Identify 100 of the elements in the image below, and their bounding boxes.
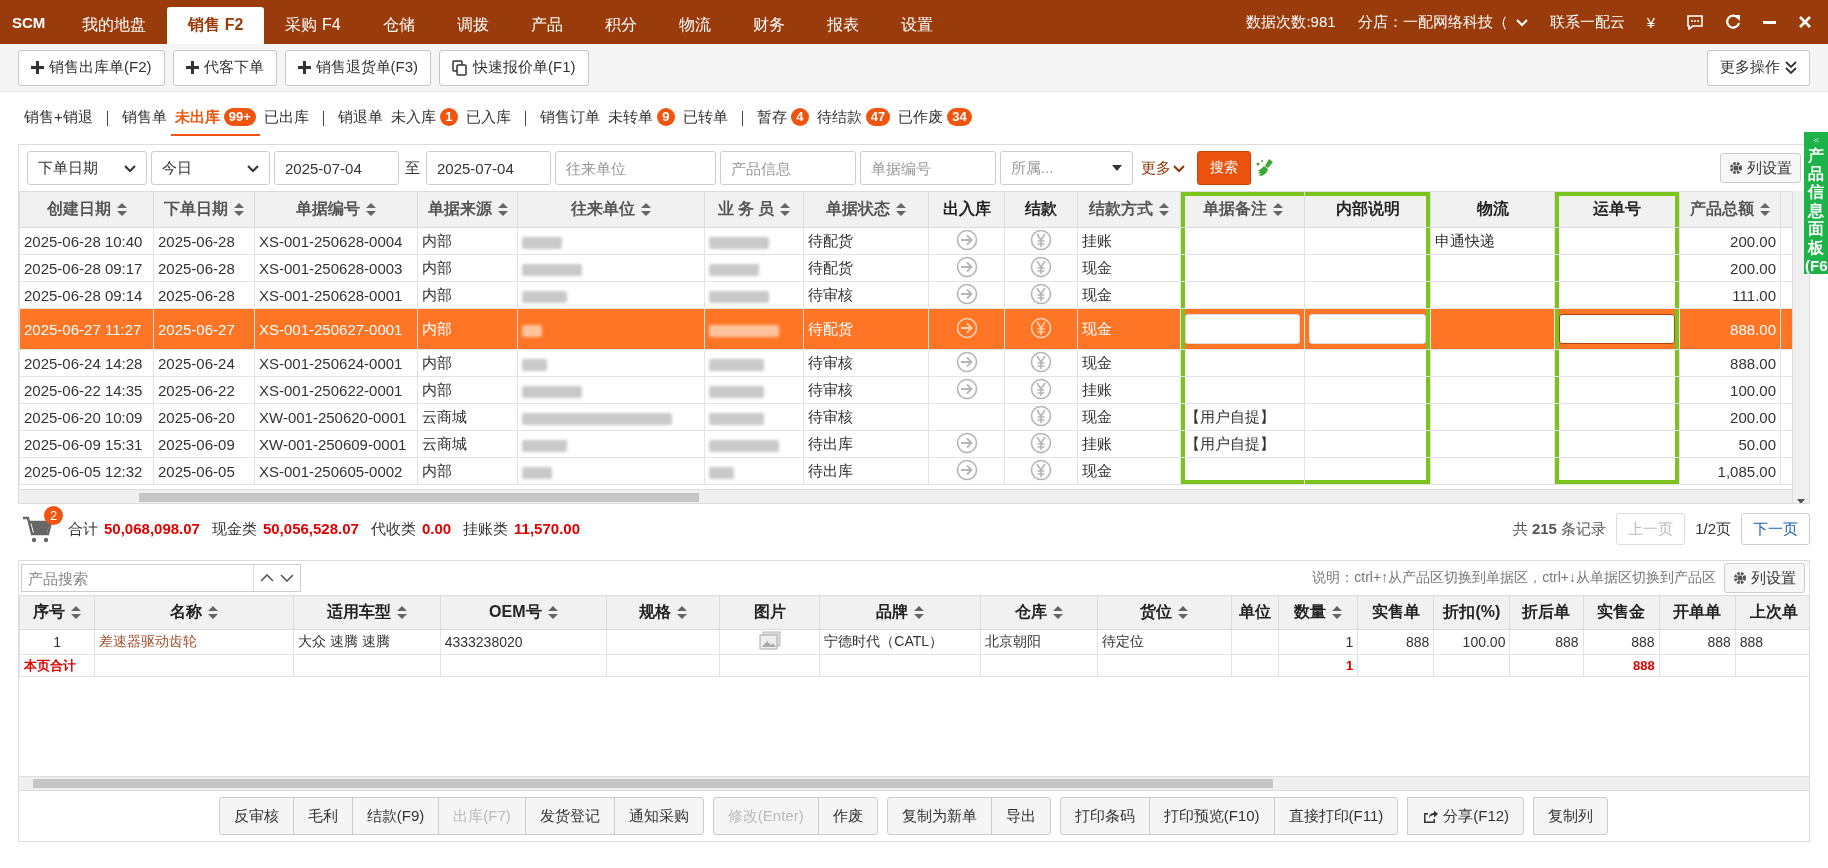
action-button[interactable]: 复制为新单 bbox=[886, 797, 992, 835]
next-page-button[interactable]: 下一页 bbox=[1741, 513, 1810, 545]
status-tab[interactable]: 已入库 bbox=[461, 100, 515, 136]
column-settings-button[interactable]: 列设置 bbox=[1720, 153, 1801, 183]
yen-circle-icon[interactable] bbox=[1030, 404, 1052, 427]
status-tab[interactable]: 暂存 4 bbox=[752, 100, 813, 136]
column-header[interactable]: 单位 bbox=[1231, 595, 1279, 630]
column-header[interactable]: 出入库 bbox=[928, 191, 1005, 228]
column-header[interactable]: 产品总额 bbox=[1679, 191, 1781, 228]
action-button[interactable]: 通知采购 bbox=[613, 797, 704, 835]
arrow-circle-icon[interactable] bbox=[955, 316, 978, 339]
period-select[interactable]: 今日 bbox=[151, 151, 270, 185]
partner-field[interactable]: 往来单位 bbox=[555, 151, 716, 185]
column-header[interactable]: 实售单 bbox=[1357, 595, 1434, 630]
action-button[interactable]: 作废 bbox=[817, 797, 878, 835]
status-tab[interactable]: 销售+销退 bbox=[20, 100, 97, 136]
status-tab[interactable]: 已出库 bbox=[259, 100, 313, 136]
refresh-icon[interactable] bbox=[1725, 14, 1741, 30]
action-button[interactable]: 直接打印(F11) bbox=[1273, 797, 1399, 835]
column-header[interactable]: 业 务 员 bbox=[704, 191, 804, 228]
order-row[interactable]: 2025-06-22 14:35 2025-06-22 XS-001-250622-0001 内部 待审核 挂账 100.00 bbox=[19, 376, 1792, 404]
action-button[interactable]: 结款(F9) bbox=[351, 797, 440, 835]
menu-tab[interactable]: 物流 bbox=[657, 7, 732, 44]
arrow-circle-icon[interactable] bbox=[955, 228, 978, 251]
column-header[interactable]: 单据编号 bbox=[254, 191, 418, 228]
action-button[interactable]: 毛利 bbox=[292, 797, 353, 835]
date-field[interactable]: 2025-07-04 bbox=[426, 151, 551, 185]
column-header[interactable]: 图片 bbox=[719, 595, 820, 630]
more-filters-link[interactable]: 更多 bbox=[1137, 158, 1189, 178]
order-row[interactable]: 2025-06-28 09:17 2025-06-28 XS-001-250628-0003 内部 待配货 现金 200.00 bbox=[19, 254, 1792, 282]
yen-circle-icon[interactable] bbox=[1030, 228, 1052, 251]
arrow-circle-icon[interactable] bbox=[955, 255, 978, 278]
column-header[interactable]: 规格 bbox=[606, 595, 720, 630]
menu-tab[interactable]: 我的地盘 bbox=[61, 7, 168, 44]
action-button[interactable]: 打印预览(F10) bbox=[1148, 797, 1275, 835]
column-header[interactable]: 结款 bbox=[1004, 191, 1078, 228]
column-header[interactable]: 序号 bbox=[19, 595, 95, 630]
action-button[interactable]: 发货登记 bbox=[524, 797, 615, 835]
status-tab[interactable]: 未转单 9 bbox=[603, 100, 679, 136]
menu-tab[interactable]: 仓储 bbox=[361, 7, 436, 44]
search-button[interactable]: 搜索 bbox=[1197, 151, 1251, 185]
status-tab[interactable]: 已作废 34 bbox=[894, 100, 976, 136]
menu-tab[interactable]: 产品 bbox=[509, 7, 584, 44]
yen-circle-icon[interactable] bbox=[1030, 458, 1052, 481]
order-row[interactable]: 2025-06-28 09:14 2025-06-28 XS-001-250628-0001 内部 待审核 现金 111.00 bbox=[19, 281, 1792, 309]
arrow-circle-icon[interactable] bbox=[955, 350, 978, 373]
menu-tab[interactable]: 销售 F2 bbox=[167, 7, 265, 44]
product-field[interactable]: 产品信息 bbox=[720, 151, 856, 185]
contact-link[interactable]: 联系一配云 bbox=[1549, 12, 1625, 32]
action-button[interactable]: 打印条码 bbox=[1059, 797, 1150, 835]
column-header[interactable]: 品牌 bbox=[819, 595, 981, 630]
order-row[interactable]: 2025-06-24 14:28 2025-06-24 XS-001-250624-0001 内部 待审核 现金 888.00 bbox=[19, 349, 1792, 377]
product-search-field[interactable]: 产品搜索 bbox=[21, 564, 301, 592]
yen-circle-icon[interactable] bbox=[1030, 316, 1052, 339]
menu-tab[interactable]: 调拨 bbox=[435, 7, 510, 44]
arrow-circle-icon[interactable] bbox=[955, 458, 978, 481]
column-header[interactable]: 单据状态 bbox=[803, 191, 929, 228]
order-row[interactable]: 2025-06-20 10:09 2025-06-20 XW-001-250620-0001 云商城 待审核 现金 【用户自提】 200.00 bbox=[19, 403, 1792, 431]
action-button[interactable]: 导出 bbox=[990, 797, 1051, 835]
menu-tab[interactable]: 采购 F4 bbox=[264, 7, 362, 44]
column-header[interactable]: 实售金 bbox=[1583, 595, 1660, 630]
date-field[interactable]: 2025-07-04 bbox=[274, 151, 399, 185]
yen-circle-icon[interactable] bbox=[1030, 255, 1052, 278]
column-header[interactable]: 下单日期 bbox=[153, 191, 255, 228]
arrow-circle-icon[interactable] bbox=[955, 431, 978, 454]
status-tab[interactable]: 销退单 bbox=[333, 100, 387, 136]
column-header[interactable]: OEM号 bbox=[440, 595, 607, 630]
column-header[interactable]: 单据来源 bbox=[417, 191, 518, 228]
column-header[interactable]: 折扣(%) bbox=[1433, 595, 1510, 630]
order-row[interactable]: 2025-06-05 12:32 2025-06-05 XS-001-250605-0002 内部 待出库 现金 1,085.00 bbox=[19, 457, 1792, 485]
cell-input-field[interactable] bbox=[1559, 314, 1675, 344]
column-header[interactable]: 数量 bbox=[1278, 595, 1358, 630]
menu-tab[interactable]: 积分 bbox=[583, 7, 658, 44]
column-header[interactable]: 仓库 bbox=[980, 595, 1098, 630]
order-row[interactable]: 2025-06-28 10:40 2025-06-28 XS-001-250628-0004 内部 待配货 挂账 申通快递 200.00 bbox=[19, 227, 1792, 255]
column-header[interactable]: 物流 bbox=[1430, 191, 1555, 228]
caret-down-icon[interactable] bbox=[280, 574, 294, 582]
yen-circle-icon[interactable] bbox=[1030, 282, 1052, 305]
arrow-circle-icon[interactable] bbox=[955, 377, 978, 400]
status-tab[interactable]: 销售单 bbox=[117, 100, 171, 136]
action-button[interactable]: 复制列 bbox=[1533, 797, 1609, 835]
chat-icon[interactable] bbox=[1687, 14, 1703, 30]
column-header[interactable]: 运单号 bbox=[1554, 191, 1680, 228]
arrow-circle-icon[interactable] bbox=[955, 282, 978, 305]
column-header[interactable]: 往来单位 bbox=[517, 191, 705, 228]
menu-tab[interactable]: 报表 bbox=[805, 7, 880, 44]
column-header[interactable]: 单据备注 bbox=[1180, 191, 1305, 228]
column-header[interactable]: 折后单 bbox=[1509, 595, 1584, 630]
column-header[interactable]: 适用车型 bbox=[293, 595, 441, 630]
toolbar-button[interactable]: 销售退货单(F3) bbox=[284, 49, 431, 86]
column-header[interactable]: 名称 bbox=[94, 595, 294, 630]
order-number-field[interactable]: 单据编号 bbox=[860, 151, 996, 185]
column-settings-button[interactable]: 列设置 bbox=[1724, 563, 1805, 593]
close-icon[interactable] bbox=[1798, 15, 1812, 29]
menu-tab[interactable]: 财务 bbox=[731, 7, 806, 44]
column-header[interactable]: 结款方式 bbox=[1077, 191, 1181, 228]
more-actions-button[interactable]: 更多操作 bbox=[1707, 49, 1810, 86]
toolbar-button[interactable]: 销售出库单(F2) bbox=[18, 49, 165, 86]
yen-circle-icon[interactable] bbox=[1030, 431, 1052, 454]
horizontal-scrollbar[interactable] bbox=[19, 776, 1809, 791]
